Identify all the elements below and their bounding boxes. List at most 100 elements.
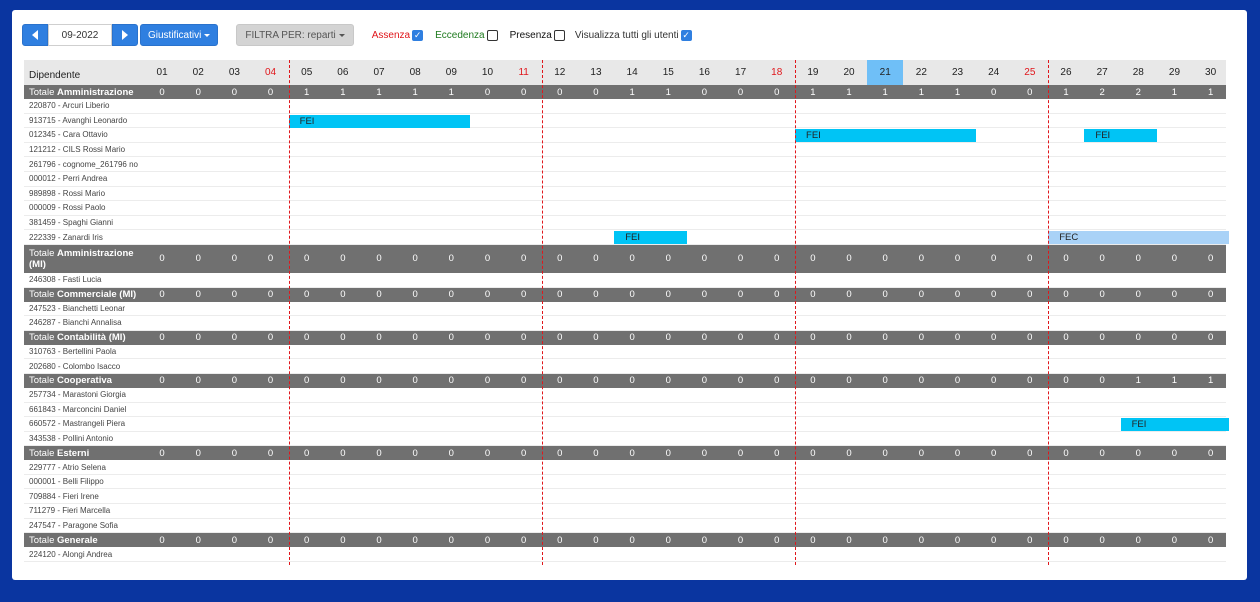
- day-cell[interactable]: [903, 201, 939, 215]
- day-cell[interactable]: [1048, 403, 1084, 417]
- day-cell[interactable]: [1012, 519, 1048, 533]
- day-cell[interactable]: [144, 460, 180, 474]
- day-cell[interactable]: [1084, 547, 1120, 561]
- day-cell[interactable]: [795, 273, 831, 287]
- day-cell[interactable]: [397, 187, 433, 201]
- day-cell[interactable]: [252, 157, 288, 171]
- day-cell[interactable]: [542, 489, 578, 503]
- day-cell[interactable]: [759, 201, 795, 215]
- day-cell[interactable]: [252, 128, 288, 142]
- absence-bar[interactable]: FEI: [1084, 129, 1157, 143]
- day-cell[interactable]: [903, 489, 939, 503]
- day-cell[interactable]: [614, 172, 650, 186]
- day-cell[interactable]: [939, 273, 975, 287]
- day-header-26[interactable]: 26: [1048, 60, 1084, 85]
- day-cell[interactable]: [433, 316, 469, 330]
- day-cell[interactable]: [723, 460, 759, 474]
- visualizza-filter[interactable]: Visualizza tutti gli utenti ✓: [575, 29, 692, 41]
- day-cell[interactable]: [216, 114, 252, 128]
- day-cell[interactable]: [686, 128, 722, 142]
- day-cell[interactable]: [1048, 172, 1084, 186]
- day-cell[interactable]: [650, 460, 686, 474]
- day-cell[interactable]: [1012, 172, 1048, 186]
- day-cell[interactable]: [795, 230, 831, 244]
- day-cell[interactable]: [433, 201, 469, 215]
- day-cell[interactable]: [325, 273, 361, 287]
- day-cell[interactable]: [939, 519, 975, 533]
- day-header-11[interactable]: 11: [506, 60, 542, 85]
- day-cell[interactable]: [433, 273, 469, 287]
- day-cell[interactable]: [180, 187, 216, 201]
- day-cell[interactable]: [1193, 475, 1229, 489]
- day-header-04[interactable]: 04: [252, 60, 288, 85]
- day-cell[interactable]: [433, 128, 469, 142]
- day-cell[interactable]: [1193, 114, 1229, 128]
- employee-name[interactable]: 202680 - Colombo Isacco: [24, 359, 144, 373]
- day-cell[interactable]: [216, 489, 252, 503]
- day-cell[interactable]: [289, 403, 325, 417]
- day-cell[interactable]: [433, 460, 469, 474]
- day-cell[interactable]: [1156, 187, 1192, 201]
- day-cell[interactable]: [361, 432, 397, 446]
- day-cell[interactable]: [1193, 359, 1229, 373]
- day-cell[interactable]: [180, 143, 216, 157]
- day-cell[interactable]: [976, 417, 1012, 431]
- day-cell[interactable]: [289, 489, 325, 503]
- day-cell[interactable]: [976, 475, 1012, 489]
- day-cell[interactable]: [831, 519, 867, 533]
- day-cell[interactable]: [1084, 432, 1120, 446]
- day-cell[interactable]: [506, 432, 542, 446]
- day-cell[interactable]: [1120, 504, 1156, 518]
- day-cell[interactable]: [216, 417, 252, 431]
- day-cell[interactable]: [289, 187, 325, 201]
- employee-name[interactable]: 711279 - Fieri Marcella: [24, 504, 144, 518]
- day-cell[interactable]: [867, 475, 903, 489]
- day-cell[interactable]: [1048, 187, 1084, 201]
- day-cell[interactable]: [397, 460, 433, 474]
- day-cell[interactable]: [144, 172, 180, 186]
- day-cell[interactable]: [325, 316, 361, 330]
- day-cell[interactable]: [1120, 345, 1156, 359]
- presenza-checkbox[interactable]: [553, 29, 565, 41]
- day-cell[interactable]: [361, 157, 397, 171]
- day-cell[interactable]: [469, 216, 505, 230]
- day-cell[interactable]: [686, 432, 722, 446]
- day-cell[interactable]: [144, 99, 180, 113]
- day-cell[interactable]: [976, 403, 1012, 417]
- day-cell[interactable]: [1156, 273, 1192, 287]
- day-cell[interactable]: [1012, 230, 1048, 244]
- day-cell[interactable]: [361, 359, 397, 373]
- day-cell[interactable]: [976, 345, 1012, 359]
- day-cell[interactable]: [542, 417, 578, 431]
- day-cell[interactable]: [1012, 345, 1048, 359]
- day-cell[interactable]: [506, 388, 542, 402]
- day-cell[interactable]: [361, 99, 397, 113]
- day-cell[interactable]: [578, 388, 614, 402]
- day-cell[interactable]: [361, 460, 397, 474]
- day-cell[interactable]: [397, 201, 433, 215]
- day-cell[interactable]: [180, 172, 216, 186]
- day-cell[interactable]: [180, 417, 216, 431]
- day-cell[interactable]: [144, 345, 180, 359]
- day-cell[interactable]: [723, 172, 759, 186]
- day-cell[interactable]: [759, 316, 795, 330]
- day-cell[interactable]: [1120, 519, 1156, 533]
- day-cell[interactable]: [433, 187, 469, 201]
- day-header-27[interactable]: 27: [1084, 60, 1120, 85]
- day-cell[interactable]: [506, 216, 542, 230]
- day-cell[interactable]: [578, 99, 614, 113]
- day-cell[interactable]: [144, 302, 180, 316]
- day-cell[interactable]: [723, 302, 759, 316]
- day-cell[interactable]: [1084, 302, 1120, 316]
- day-cell[interactable]: [686, 99, 722, 113]
- day-cell[interactable]: [650, 99, 686, 113]
- day-cell[interactable]: [469, 143, 505, 157]
- day-cell[interactable]: [831, 99, 867, 113]
- day-cell[interactable]: [759, 475, 795, 489]
- day-cell[interactable]: [1012, 403, 1048, 417]
- day-cell[interactable]: [723, 216, 759, 230]
- day-cell[interactable]: [1012, 187, 1048, 201]
- day-cell[interactable]: [180, 128, 216, 142]
- day-cell[interactable]: [216, 201, 252, 215]
- day-cell[interactable]: [252, 359, 288, 373]
